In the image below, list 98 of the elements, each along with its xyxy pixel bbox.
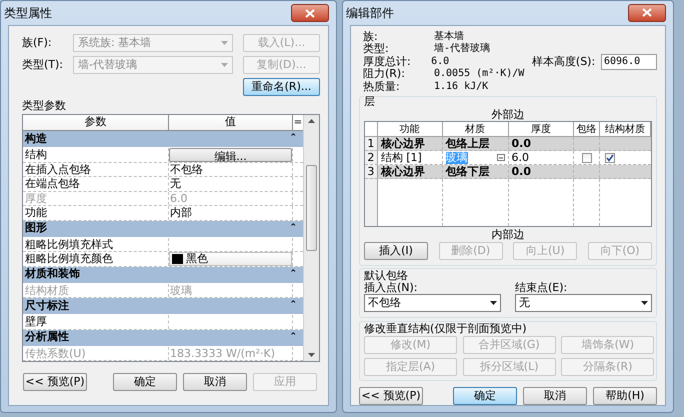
info-value: 6.0 bbox=[431, 56, 450, 68]
column-header[interactable]: 厚度 bbox=[508, 122, 574, 136]
browse-icon[interactable] bbox=[496, 154, 504, 161]
side-label: 内部边 bbox=[492, 228, 524, 242]
dropdown-arrow-icon bbox=[490, 301, 497, 305]
parameter-value[interactable]: 内部 bbox=[169, 206, 193, 220]
group-header[interactable]: 尺寸标注 ⌃ bbox=[23, 298, 303, 315]
checkbox[interactable] bbox=[582, 152, 592, 162]
sample-height-field[interactable]: 6096.0 bbox=[601, 54, 657, 70]
group-header[interactable]: 图形 ⌃ bbox=[23, 220, 303, 238]
field-label: 族(F): bbox=[22, 34, 53, 51]
checkbox[interactable] bbox=[604, 152, 615, 162]
field-label: 结束点(E): bbox=[515, 282, 568, 294]
scroll-down-icon[interactable] bbox=[308, 353, 315, 357]
parameter-name: 粗略比例填充样式 bbox=[23, 238, 169, 251]
parameter-name: 功能 bbox=[23, 206, 169, 220]
column-menu-icon[interactable]: = bbox=[293, 115, 303, 130]
scroll-up-icon[interactable] bbox=[308, 119, 315, 123]
layer-function[interactable]: 结构 [1] bbox=[380, 151, 422, 164]
group-title: 默认包络 bbox=[364, 269, 408, 282]
collapse-icon[interactable]: ⌃ bbox=[289, 268, 297, 282]
dropdown-arrow-icon bbox=[221, 41, 228, 45]
group-label: 构造 bbox=[25, 130, 47, 147]
dialog-button[interactable]: << 预览(P) bbox=[23, 373, 87, 391]
side-label: 外部边 bbox=[492, 108, 524, 121]
parameter-name: 结构材质 bbox=[23, 284, 169, 297]
parameter-value[interactable]: 无 bbox=[169, 177, 182, 190]
group-title: 层 bbox=[364, 96, 375, 108]
dialog-button[interactable]: 确定 bbox=[113, 373, 177, 391]
layer-thickness[interactable]: 6.0 bbox=[512, 151, 529, 164]
color-button[interactable]: 黑色 bbox=[169, 252, 292, 266]
color-swatch-icon bbox=[172, 254, 183, 264]
dialog-button[interactable]: 帮助(H) bbox=[593, 387, 657, 405]
layer-function[interactable]: 核心边界 bbox=[380, 137, 425, 150]
collapse-icon[interactable]: ⌃ bbox=[289, 222, 297, 236]
close-icon bbox=[642, 8, 652, 18]
group-header[interactable]: 材质和装饰 ⌃ bbox=[23, 266, 303, 284]
group-label: 尺寸标注 bbox=[25, 298, 69, 314]
dropdown[interactable]: 不包络 bbox=[364, 294, 501, 312]
scrollbar[interactable] bbox=[303, 115, 319, 361]
parameter-name: 厚度 bbox=[23, 192, 169, 205]
dialog-button[interactable]: 重命名(R)... bbox=[243, 78, 320, 96]
parameter-name: 传热系数(U) bbox=[23, 346, 169, 360]
row-number: 2 bbox=[365, 151, 378, 164]
layer-function[interactable]: 核心边界 bbox=[380, 165, 425, 178]
layer-material[interactable]: 包络上层 bbox=[446, 136, 490, 150]
column-header[interactable]: 包络 bbox=[574, 122, 600, 136]
parameter-value[interactable]: 不包络 bbox=[169, 162, 204, 176]
dropdown[interactable]: 无 bbox=[515, 294, 652, 312]
window-title: 类型属性 bbox=[4, 5, 52, 22]
column-header[interactable]: 材质 bbox=[442, 122, 508, 136]
close-button[interactable] bbox=[291, 4, 329, 22]
info-label: 阻力(R): bbox=[362, 68, 406, 80]
row-number: 3 bbox=[365, 165, 378, 178]
dropdown-arrow-icon bbox=[641, 301, 648, 305]
info-value: 基本墙 bbox=[434, 30, 465, 42]
column-header[interactable]: 参数 bbox=[23, 115, 169, 130]
group-title: 修改垂直结构(仅限于剖面预览中) bbox=[364, 322, 527, 336]
info-value: 0.0055 (m²·K)/W bbox=[434, 68, 526, 80]
collapse-icon[interactable]: ⌃ bbox=[289, 330, 297, 344]
group-label: 分析属性 bbox=[25, 329, 69, 346]
dialog-button[interactable]: 取消 bbox=[523, 387, 587, 405]
dropdown-arrow-icon bbox=[221, 63, 228, 67]
group-label: 图形 bbox=[25, 220, 47, 236]
collapse-icon[interactable]: ⌃ bbox=[289, 132, 297, 146]
close-icon bbox=[305, 8, 315, 18]
info-label: 厚度总计: bbox=[362, 56, 412, 68]
edit-button[interactable]: 编辑... bbox=[169, 148, 292, 162]
column-header[interactable]: 结构材质 bbox=[600, 122, 652, 136]
dialog-button[interactable]: 插入(I) bbox=[364, 242, 428, 260]
field-label: 样本高度(S): bbox=[532, 56, 596, 68]
group-label: 材质和装饰 bbox=[25, 266, 80, 282]
parameter-name: 壁厚 bbox=[23, 315, 169, 328]
section-label: 类型参数 bbox=[22, 99, 66, 112]
layer-thickness[interactable]: 0.0 bbox=[512, 137, 531, 150]
info-value: 1.16 kJ/K bbox=[434, 80, 490, 93]
field-label: 插入点(N): bbox=[364, 282, 418, 294]
window-title: 编辑部件 bbox=[346, 4, 394, 22]
info-label: 热质量: bbox=[362, 80, 401, 93]
parameter-name: 在端点包络 bbox=[23, 177, 169, 190]
info-label: 类型: bbox=[362, 43, 390, 56]
column-header[interactable]: 值 bbox=[169, 115, 293, 130]
field-label: 类型(T): bbox=[22, 56, 64, 73]
layer-thickness[interactable]: 0.0 bbox=[512, 165, 531, 178]
close-button[interactable] bbox=[628, 4, 666, 22]
dialog-button[interactable]: 确定 bbox=[453, 387, 517, 405]
layer-material[interactable]: 包络下层 bbox=[446, 164, 490, 178]
collapse-icon[interactable]: ⌃ bbox=[289, 299, 297, 313]
dialog-button[interactable]: << 预览(P) bbox=[359, 387, 423, 405]
parameter-name: 在插入点包络 bbox=[23, 162, 169, 176]
row-number: 1 bbox=[365, 137, 378, 150]
column-header[interactable]: 功能 bbox=[378, 122, 443, 136]
scrollbar-thumb[interactable] bbox=[306, 165, 317, 251]
group-header[interactable]: 构造 ⌃ bbox=[23, 131, 303, 148]
info-value: 墙-代替玻璃 bbox=[434, 43, 492, 56]
info-label: 族: bbox=[362, 30, 379, 42]
dialog-button[interactable]: 取消 bbox=[183, 373, 247, 391]
group-header[interactable]: 分析属性 ⌃ bbox=[23, 330, 303, 346]
